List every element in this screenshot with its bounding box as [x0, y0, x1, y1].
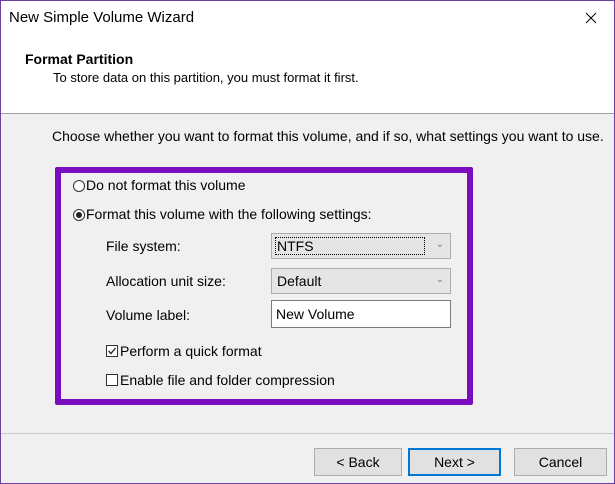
cancel-button[interactable]: Cancel	[514, 448, 607, 476]
chevron-down-icon: ⌄	[435, 274, 444, 285]
volume-label-label: Volume label:	[106, 307, 191, 323]
wizard-window: New Simple Volume Wizard Format Partitio…	[0, 0, 615, 484]
no-format-radio[interactable]	[73, 180, 85, 192]
compression-checkbox[interactable]	[106, 374, 118, 386]
file-system-label: File system:	[106, 238, 181, 254]
compression-label[interactable]: Enable file and folder compression	[120, 372, 335, 388]
back-button[interactable]: < Back	[314, 448, 402, 476]
allocation-unit-label: Allocation unit size:	[106, 273, 226, 289]
check-icon	[108, 347, 117, 355]
next-button[interactable]: Next >	[408, 448, 501, 476]
footer-divider	[1, 433, 614, 434]
title-bar: New Simple Volume Wizard	[1, 1, 614, 35]
quick-format-checkbox[interactable]	[106, 345, 118, 357]
volume-label-field[interactable]	[271, 300, 451, 328]
allocation-unit-value: Default	[277, 273, 322, 289]
page-subtitle: To store data on this partition, you mus…	[53, 70, 359, 85]
allocation-unit-dropdown[interactable]: Default ⌄	[271, 268, 451, 294]
wizard-header: Format Partition To store data on this p…	[1, 35, 614, 114]
instructions-text: Choose whether you want to format this v…	[52, 128, 604, 144]
file-system-value: NTFS	[277, 238, 314, 254]
chevron-down-icon: ⌄	[435, 239, 444, 250]
close-icon	[585, 12, 597, 24]
no-format-label[interactable]: Do not format this volume	[86, 177, 246, 193]
quick-format-label[interactable]: Perform a quick format	[120, 343, 262, 359]
page-title: Format Partition	[25, 51, 134, 67]
format-radio[interactable]	[73, 209, 85, 221]
format-label[interactable]: Format this volume with the following se…	[86, 206, 372, 222]
file-system-dropdown[interactable]: NTFS ⌄	[271, 233, 451, 259]
volume-label-input[interactable]	[276, 304, 446, 324]
close-button[interactable]	[568, 1, 614, 35]
window-title: New Simple Volume Wizard	[9, 9, 195, 26]
